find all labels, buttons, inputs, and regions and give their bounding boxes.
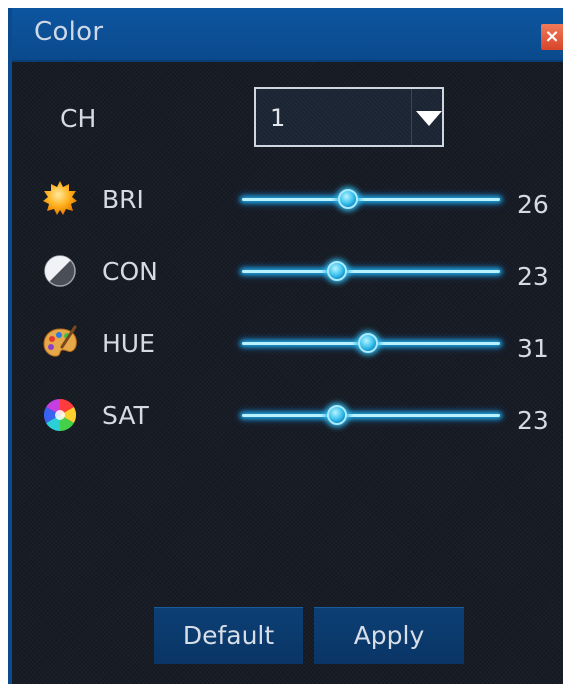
brightness-slider[interactable]: [242, 185, 500, 215]
contrast-icon: [44, 255, 76, 287]
contrast-label: CON: [102, 257, 158, 286]
slider-thumb[interactable]: [327, 261, 348, 281]
brightness-label: BRI: [102, 185, 144, 214]
slider-thumb[interactable]: [337, 189, 358, 209]
close-button[interactable]: ×: [541, 24, 563, 50]
hue-label: HUE: [102, 329, 155, 358]
default-button[interactable]: Default: [154, 607, 303, 664]
slider-track: [242, 414, 500, 417]
hue-value: 31: [517, 334, 549, 363]
apply-button[interactable]: Apply: [314, 607, 464, 664]
channel-select[interactable]: 1: [254, 87, 444, 147]
select-divider: [411, 89, 412, 145]
chevron-down-icon[interactable]: [416, 111, 442, 126]
slider-thumb[interactable]: [358, 333, 379, 353]
title-bar: Color ×: [12, 8, 563, 62]
contrast-slider[interactable]: [242, 257, 500, 287]
color-settings-window: Color × CH 1 BRI 26 CON 23 HUE 31 SAT 23…: [8, 8, 563, 684]
hue-slider[interactable]: [242, 329, 500, 359]
sun-icon: [43, 181, 77, 215]
saturation-label: SAT: [102, 401, 149, 430]
slider-thumb[interactable]: [327, 405, 348, 425]
window-title: Color: [34, 17, 104, 47]
close-icon: ×: [544, 26, 560, 47]
palette-icon: [43, 325, 77, 357]
saturation-slider[interactable]: [242, 401, 500, 431]
slider-track: [242, 198, 500, 201]
color-wheel-icon: [43, 398, 77, 432]
saturation-value: 23: [517, 406, 549, 435]
brightness-value: 26: [517, 190, 549, 219]
slider-track: [242, 270, 500, 273]
contrast-value: 23: [517, 262, 549, 291]
channel-select-value: 1: [270, 104, 286, 132]
channel-label: CH: [60, 104, 97, 133]
